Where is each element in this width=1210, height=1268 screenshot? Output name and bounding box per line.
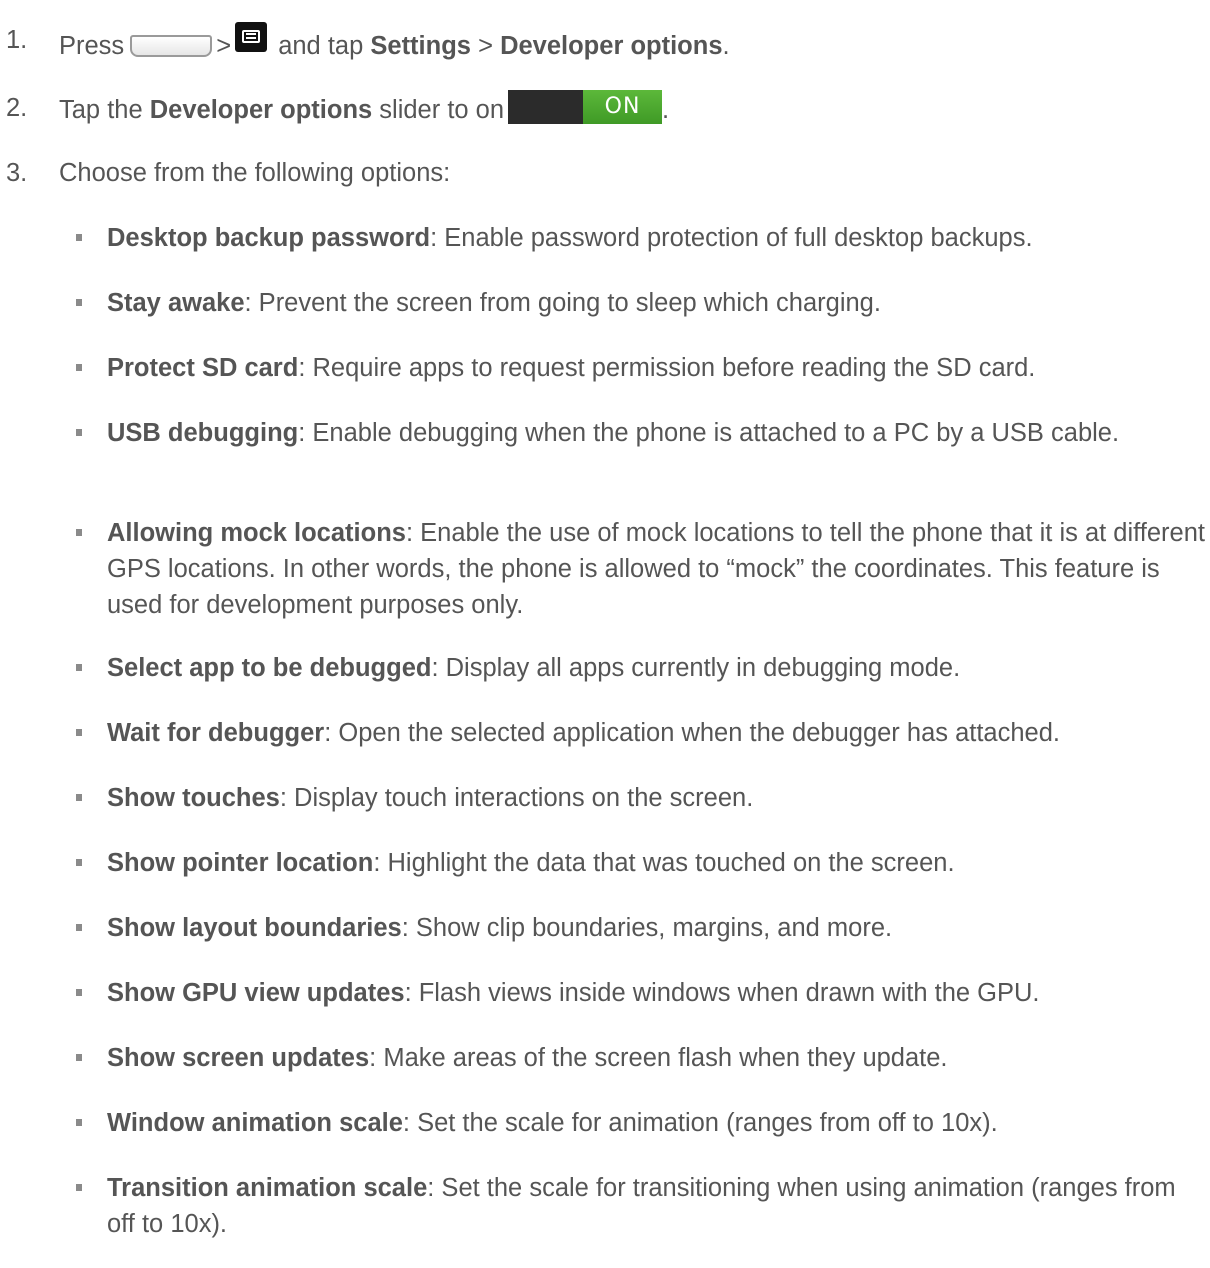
bullet-icon [76,1184,82,1191]
settings-term: Settings [370,32,471,60]
menu-key-icon [235,22,268,52]
option-desc: : Show clip boundaries, margins, and mor… [401,914,893,942]
option-term: Show touches [107,784,280,812]
step-number: 2. [6,94,28,122]
option-term: Wait for debugger [107,719,325,747]
option-term: Show screen updates [107,1044,370,1072]
bullet-icon [76,989,82,996]
option-text: Desktop backup password: Enable password… [107,220,1205,256]
option-desc: : Display touch interactions on the scre… [279,784,754,812]
option-term: Show layout boundaries [107,914,402,942]
option-term: Allowing mock locations [107,519,406,547]
developer-options-toggle-icon: ON [508,90,663,124]
option-text: Show layout boundaries: Show clip bounda… [107,910,1205,946]
step-number: 3. [6,159,28,187]
option-text: Protect SD card: Require apps to request… [107,350,1205,386]
step-text-slider: slider to on [379,96,505,124]
option-text: Show pointer location: Highlight the dat… [107,845,1205,881]
menu-glyph [242,30,261,43]
developer-options-term: Developer options [500,32,723,60]
option-text: Show GPU view updates: Flash views insid… [107,975,1205,1011]
step-text-and-tap: and tap [278,32,364,60]
option-term: Stay awake [107,289,245,317]
option-desc: : Highlight the data that was touched on… [373,849,955,877]
option-text: Transition animation scale: Set the scal… [107,1170,1205,1242]
option-term: Show pointer location [107,849,374,877]
option-desc: : Make areas of the screen flash when th… [369,1044,948,1072]
option-text: Stay awake: Prevent the screen from goin… [107,285,1205,321]
step-separator: > [478,32,493,60]
step-text: Tap the Developer options slider to on ON… [59,90,669,128]
bullet-icon [76,529,82,536]
option-desc: : Require apps to request permission bef… [298,354,1036,382]
step-text-press: Press [59,32,125,60]
step-number: 1. [6,26,28,54]
option-text: Show touches: Display touch interactions… [107,780,1205,816]
option-desc: : Flash views inside windows when drawn … [404,979,1040,1007]
option-text: Allowing mock locations: Enable the use … [107,515,1205,623]
option-term: Show GPU view updates [107,979,405,1007]
option-term: USB debugging [107,419,299,447]
bullet-icon [76,364,82,371]
option-term: Desktop backup password [107,224,431,252]
bullet-icon [76,664,82,671]
bullet-icon [76,234,82,241]
option-term: Window animation scale [107,1109,403,1137]
option-text: USB debugging: Enable debugging when the… [107,415,1205,451]
bullet-icon [76,924,82,931]
bullet-icon [76,859,82,866]
home-key-icon [130,35,213,57]
step-separator: > [216,32,232,60]
option-text: Select app to be debugged: Display all a… [107,650,1205,686]
option-desc: : Prevent the screen from going to sleep… [244,289,881,317]
bullet-icon [76,299,82,306]
option-text: Wait for debugger: Open the selected app… [107,715,1205,751]
toggle-on-label: ON [583,90,663,124]
option-desc: : Open the selected application when the… [324,719,1060,747]
option-desc: : Set the scale for animation (ranges fr… [402,1109,998,1137]
option-term: Select app to be debugged [107,654,432,682]
option-term: Transition animation scale [107,1174,428,1202]
step-period: . [662,96,670,124]
option-desc: : Enable debugging when the phone is att… [298,419,1120,447]
bullet-icon [76,1119,82,1126]
option-desc: : Enable password protection of full des… [430,224,1033,252]
bullet-icon [76,729,82,736]
step-period: . [722,32,730,60]
bullet-icon [76,429,82,436]
option-desc: : Display all apps currently in debuggin… [431,654,961,682]
step-text: Press > and tap Settings > Developer opti… [59,22,730,64]
option-text: Show screen updates: Make areas of the s… [107,1040,1205,1076]
option-term: Protect SD card [107,354,299,382]
step-text: Choose from the following options: [59,159,451,187]
developer-options-term: Developer options [149,96,373,124]
document-page: 1. Press > and tap Settings > Developer o… [0,0,1210,1268]
bullet-icon [76,1054,82,1061]
option-text: Window animation scale: Set the scale fo… [107,1105,1205,1141]
bullet-icon [76,794,82,801]
step-text-tap-the: Tap the [59,96,143,124]
